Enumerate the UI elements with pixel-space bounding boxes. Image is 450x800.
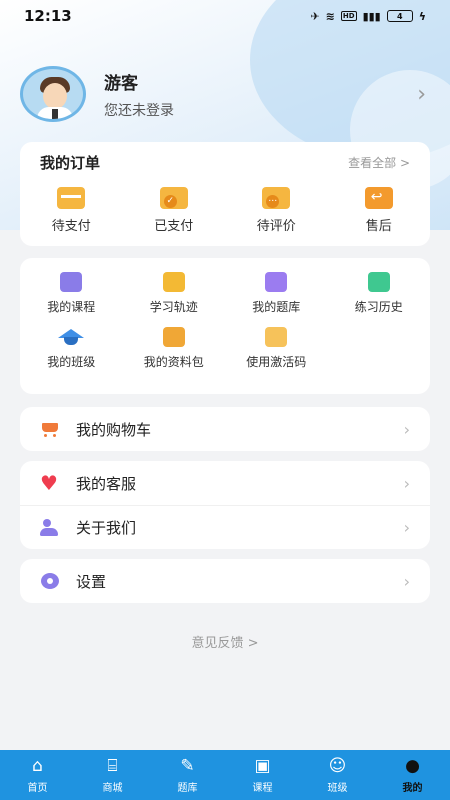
- gear-icon: [40, 572, 62, 590]
- orders-card: 我的订单 查看全部 > 待支付 已支付 待评价 售后: [20, 142, 430, 246]
- settings-card: 设置 ›: [20, 559, 430, 603]
- menu-item-cart[interactable]: 我的购物车 ›: [20, 407, 430, 451]
- tool-activation-code[interactable]: 使用激活码: [225, 327, 328, 370]
- tool-learning-track[interactable]: 学习轨迹: [123, 272, 226, 315]
- order-pending-review[interactable]: 待评价: [236, 187, 316, 234]
- bottom-tab-bar: ⌂ 首页 ⌸ 商城 ✎ 题库 ▣ 课程 ☺ 班级 ● 我的: [0, 750, 450, 800]
- tab-mine[interactable]: ● 我的: [375, 750, 450, 800]
- hd-badge: HD: [340, 11, 357, 21]
- mute-icon: ✈: [310, 9, 320, 23]
- tab-store[interactable]: ⌸ 商城: [75, 750, 150, 800]
- tools-card: 我的课程 学习轨迹 我的题库 练习历史 我的班级 我的资料包 使用激活码: [20, 258, 430, 394]
- menu-item-service[interactable]: ♥ 我的客服 ›: [20, 461, 430, 505]
- tab-class[interactable]: ☺ 班级: [300, 750, 375, 800]
- menu-item-about[interactable]: 关于我们 ›: [20, 505, 430, 549]
- chevron-right-icon: ›: [403, 571, 410, 591]
- tab-home[interactable]: ⌂ 首页: [0, 750, 75, 800]
- history-icon: [367, 272, 390, 292]
- tool-my-class[interactable]: 我的班级: [20, 327, 123, 370]
- tool-my-courses[interactable]: 我的课程: [20, 272, 123, 315]
- order-pending-payment[interactable]: 待支付: [31, 187, 111, 234]
- status-time: 12:13: [24, 7, 72, 25]
- track-icon: [162, 272, 185, 292]
- activation-code-icon: [265, 327, 288, 347]
- cart-icon: [40, 420, 62, 438]
- after-sale-icon: [364, 187, 393, 209]
- folder-icon: [162, 327, 185, 347]
- chevron-right-icon: ›: [403, 518, 410, 537]
- wifi-icon: ≋: [325, 9, 335, 23]
- chevron-right-icon: ›: [403, 473, 410, 493]
- chevron-right-icon: ›: [403, 419, 410, 439]
- tool-practice-history[interactable]: 练习历史: [328, 272, 431, 315]
- order-after-sale[interactable]: 售后: [339, 187, 419, 234]
- video-icon: ▣: [254, 756, 271, 776]
- order-paid[interactable]: 已支付: [134, 187, 214, 234]
- course-icon: [60, 272, 83, 292]
- home-icon: ⌂: [32, 756, 43, 776]
- tab-question-bank[interactable]: ✎ 题库: [150, 750, 225, 800]
- heart-icon: ♥: [40, 471, 58, 495]
- group-icon: ☺: [328, 756, 347, 776]
- orders-title: 我的订单: [40, 154, 101, 172]
- feedback-link[interactable]: 意见反馈 >: [0, 632, 450, 651]
- signal-icon: ▮▮▮: [362, 9, 381, 23]
- card-icon: [57, 187, 86, 209]
- cart-card: 我的购物车 ›: [20, 407, 430, 451]
- battery-icon: 4: [386, 10, 413, 22]
- tool-question-bank[interactable]: 我的题库: [225, 272, 328, 315]
- chevron-right-icon[interactable]: ›: [417, 82, 426, 107]
- avatar[interactable]: [20, 66, 86, 122]
- tab-courses[interactable]: ▣ 课程: [225, 750, 300, 800]
- class-icon: [58, 327, 85, 347]
- user-icon: ●: [405, 756, 420, 776]
- menu-item-settings[interactable]: 设置 ›: [20, 559, 430, 603]
- store-icon: ⌸: [107, 756, 118, 776]
- profile-name: 游客: [104, 73, 138, 94]
- charging-icon: ϟ: [418, 9, 426, 23]
- pencil-icon: ✎: [180, 756, 195, 776]
- people-icon: [40, 518, 62, 537]
- service-card: ♥ 我的客服 › 关于我们 ›: [20, 461, 430, 549]
- paid-icon: [159, 187, 188, 209]
- status-bar: 12:13 ✈ ≋ HD ▮▮▮ 4 ϟ: [0, 0, 450, 32]
- profile-section[interactable]: 游客 您还未登录 ›: [20, 66, 430, 122]
- review-icon: [262, 187, 291, 209]
- view-all-orders-link[interactable]: 查看全部 >: [348, 154, 410, 171]
- question-bank-icon: [265, 272, 288, 292]
- tool-materials[interactable]: 我的资料包: [123, 327, 226, 370]
- login-prompt: 您还未登录: [104, 102, 174, 119]
